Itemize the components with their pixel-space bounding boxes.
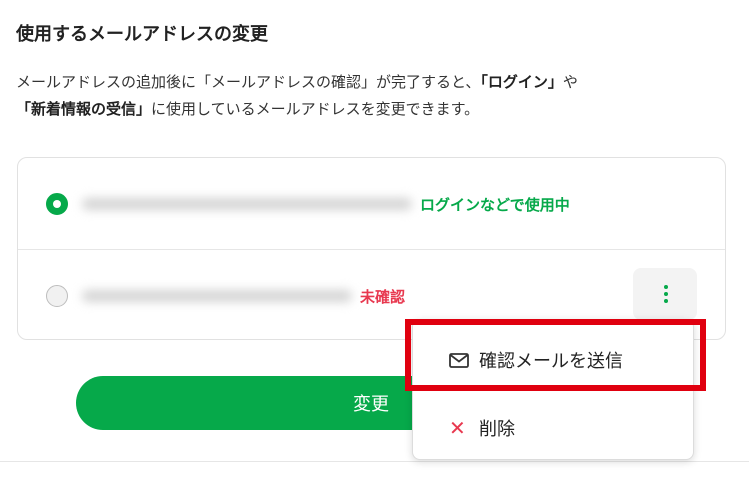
mail-icon [449, 350, 469, 370]
description-text-1: メールアドレスの追加後に「メールアドレスの確認」が完了すると、 [16, 73, 481, 91]
more-options-button[interactable] [633, 268, 697, 320]
description-bold-login: 「ログイン」 [480, 73, 563, 91]
description-line-2: 「新着情報の受信」に使用しているメールアドレスを変更できます。 [16, 96, 716, 123]
email-address-blurred [82, 290, 352, 302]
menu-item-delete[interactable]: ✕ 削除 [413, 400, 693, 456]
email-address-blurred [82, 198, 412, 210]
description-text-2: や [562, 73, 578, 91]
menu-item-send-confirmation[interactable]: 確認メールを送信 [413, 332, 693, 388]
description-bold-news: 「新着情報の受信」 [16, 100, 152, 118]
email-row-primary[interactable]: ログインなどで使用中 [18, 158, 725, 250]
radio-selected[interactable] [46, 193, 68, 215]
status-unconfirmed: 未確認 [360, 288, 406, 306]
description-text-3: に使用しているメールアドレスを変更できます。 [151, 100, 480, 118]
description-line-1: メールアドレスの追加後に「メールアドレスの確認」が完了すると、「ログイン」や [16, 69, 716, 96]
kebab-dot [664, 285, 668, 289]
close-icon: ✕ [449, 416, 466, 440]
menu-item-label: 確認メールを送信 [479, 351, 623, 372]
kebab-dot [664, 292, 668, 296]
email-list: ログインなどで使用中 未確認 [17, 157, 726, 340]
page-title: 使用するメールアドレスの変更 [16, 24, 268, 45]
status-in-use: ログインなどで使用中 [420, 196, 570, 214]
menu-item-label: 削除 [479, 419, 515, 440]
divider [0, 461, 749, 462]
radio-unselected[interactable] [46, 285, 68, 307]
kebab-dot [664, 299, 668, 303]
options-dropdown-menu: 確認メールを送信 ✕ 削除 [412, 319, 694, 460]
description: メールアドレスの追加後に「メールアドレスの確認」が完了すると、「ログイン」や 「… [16, 69, 716, 123]
